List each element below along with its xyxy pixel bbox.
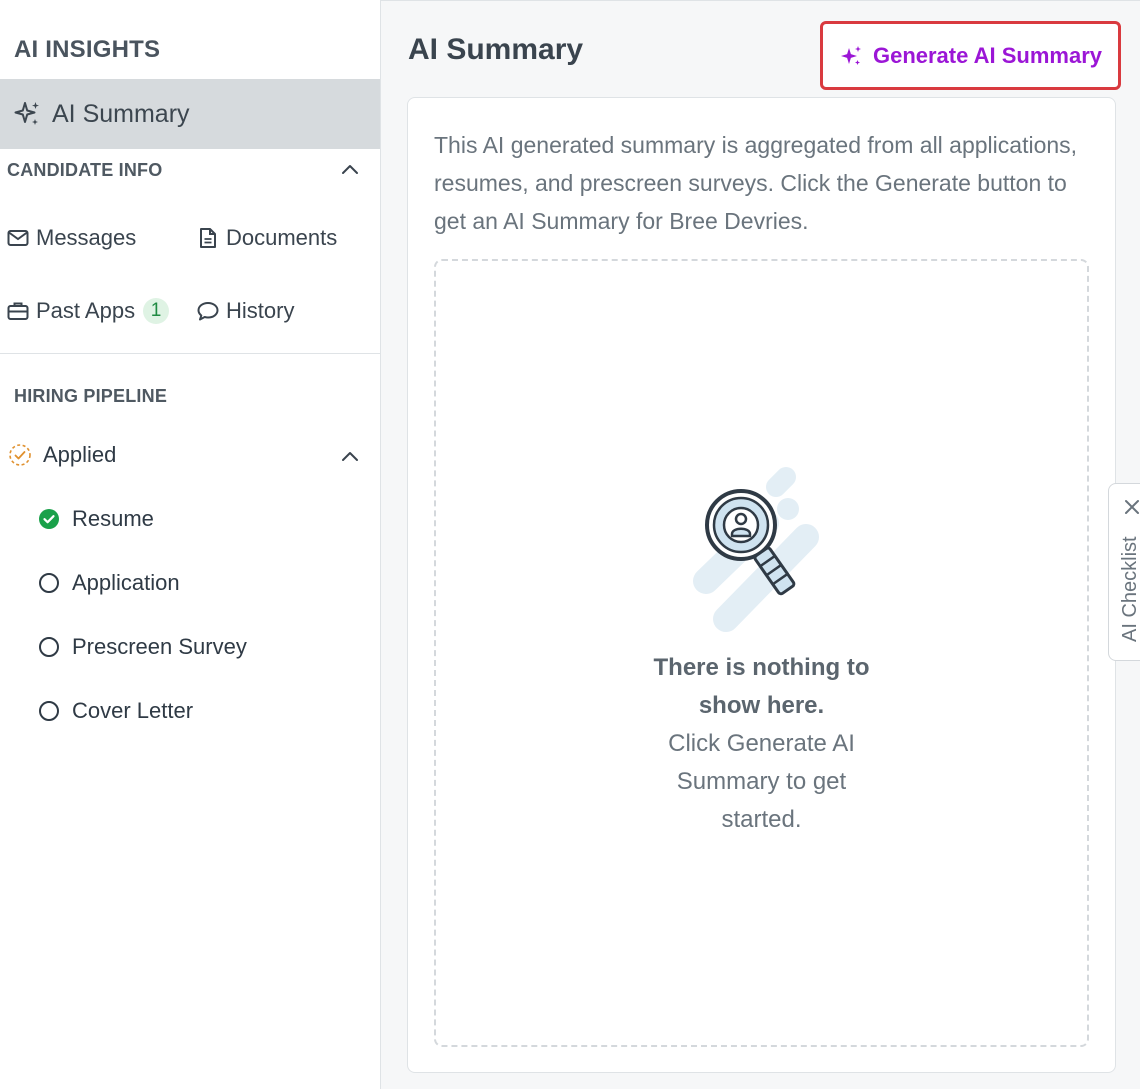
envelope-icon (7, 227, 29, 249)
documents-link[interactable]: Documents (197, 225, 337, 251)
step-application[interactable]: Application (37, 570, 180, 596)
empty-state-subtitle: Click Generate AI Summary to get started… (668, 730, 855, 833)
hiring-pipeline-heading: HIRING PIPELINE (14, 386, 168, 406)
step-label: Prescreen Survey (72, 634, 247, 659)
chevron-up-icon (342, 452, 358, 461)
chevron-up-icon (342, 165, 358, 174)
step-cover-letter[interactable]: Cover Letter (37, 698, 193, 724)
sidebar-item-label: AI Summary (52, 99, 190, 128)
main-panel: AI Summary Generate AI Summary This AI g… (381, 1, 1140, 1089)
history-label: History (226, 298, 295, 323)
dashed-check-circle-icon (8, 443, 32, 467)
summary-card: This AI generated summary is aggregated … (407, 97, 1116, 1073)
sidebar: AI INSIGHTS AI Summary CANDIDATE INFO Me… (0, 0, 381, 1089)
empty-state-title: There is nothing to show here. (653, 654, 870, 719)
ai-checklist-label: AI Checklist (1119, 536, 1140, 642)
magnifier-person-icon (693, 467, 819, 632)
past-apps-link[interactable]: Past Apps 1 (7, 298, 170, 324)
speech-bubble-icon (197, 300, 219, 322)
sidebar-divider (0, 353, 380, 354)
summary-description: This AI generated summary is aggregated … (434, 132, 1078, 234)
step-prescreen-survey[interactable]: Prescreen Survey (37, 634, 247, 660)
page-title: AI Summary (408, 33, 584, 66)
step-label: Resume (72, 506, 154, 531)
generate-ai-summary-button[interactable]: Generate AI Summary (820, 21, 1121, 90)
step-label: Application (72, 570, 180, 595)
empty-circle-icon (37, 571, 61, 595)
sidebar-item-ai-summary[interactable]: AI Summary (0, 79, 380, 149)
empty-circle-icon (37, 635, 61, 659)
close-icon (1125, 500, 1139, 514)
check-circle-icon (37, 507, 61, 531)
history-link[interactable]: History (197, 298, 294, 324)
past-apps-label: Past Apps (36, 298, 136, 323)
ai-checklist-tab[interactable]: AI Checklist (1108, 483, 1140, 661)
collapse-applied-button[interactable] (338, 444, 362, 468)
messages-label: Messages (36, 225, 137, 250)
documents-label: Documents (226, 225, 338, 250)
step-resume[interactable]: Resume (37, 506, 154, 532)
sparkle-icon (839, 44, 863, 68)
empty-circle-icon (37, 699, 61, 723)
app-root: AI INSIGHTS AI Summary CANDIDATE INFO Me… (0, 0, 1140, 1089)
stage-label: Applied (43, 442, 117, 467)
generate-button-label: Generate AI Summary (872, 42, 1103, 68)
briefcase-icon (7, 300, 29, 322)
empty-state: There is nothing to show here. Click Gen… (434, 259, 1089, 1047)
step-label: Cover Letter (72, 698, 194, 723)
sparkle-icon (12, 99, 42, 129)
collapse-candidate-info-button[interactable] (338, 157, 362, 181)
messages-link[interactable]: Messages (7, 225, 136, 251)
document-icon (197, 227, 219, 249)
stage-applied[interactable]: Applied (8, 442, 116, 468)
candidate-info-heading: CANDIDATE INFO (7, 160, 163, 180)
sidebar-title: AI INSIGHTS (14, 36, 161, 63)
past-apps-count-badge: 1 (143, 298, 170, 324)
